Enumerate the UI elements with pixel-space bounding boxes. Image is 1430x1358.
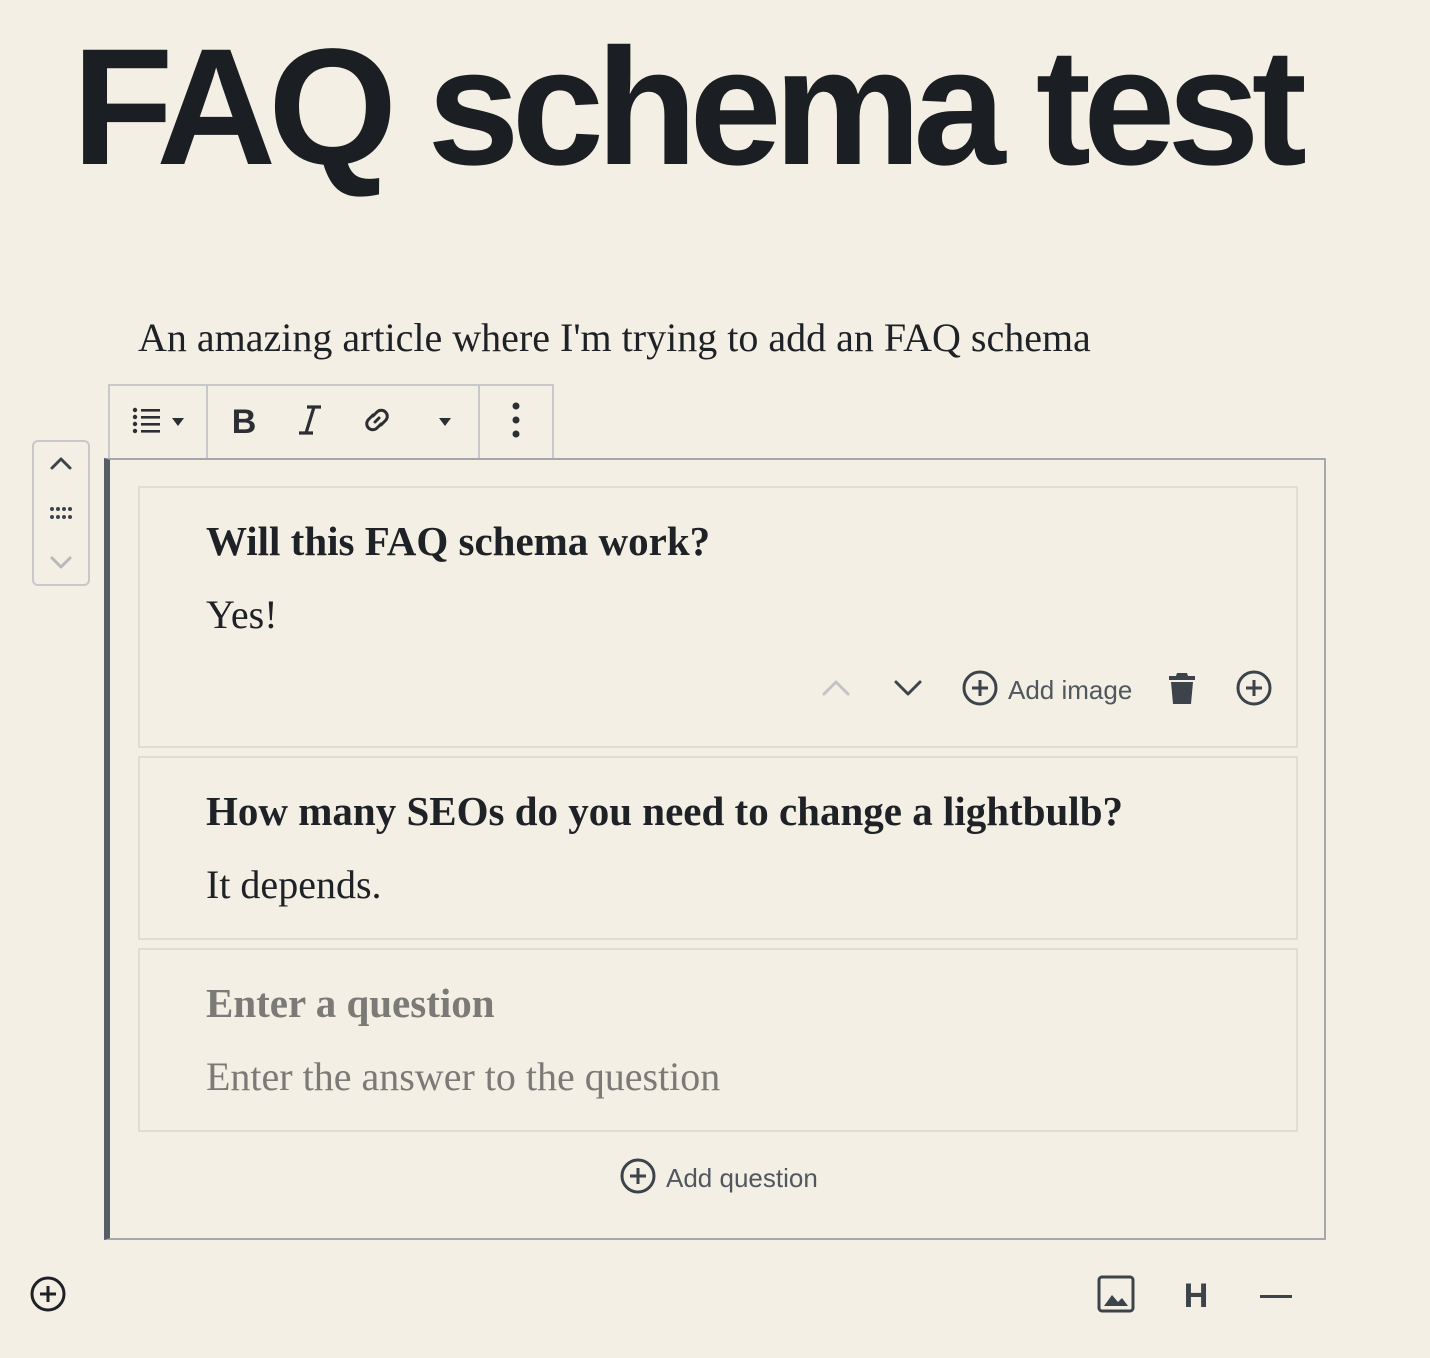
- faq-item-actions: Add image: [812, 666, 1272, 714]
- move-down-button[interactable]: [34, 544, 88, 584]
- intro-paragraph[interactable]: An amazing article where I'm trying to a…: [138, 314, 1238, 362]
- faq-item[interactable]: Will this FAQ schema work? Yes! Add imag…: [138, 486, 1298, 748]
- faq-item-new[interactable]: Enter a question Enter the answer to the…: [138, 948, 1298, 1132]
- toolbar-group-block-type: [110, 386, 208, 458]
- move-up-button[interactable]: [34, 446, 88, 486]
- insert-question-button[interactable]: [1236, 670, 1272, 711]
- link-icon: [359, 402, 395, 443]
- move-question-down-button[interactable]: [884, 678, 932, 703]
- toolbar-group-more: [480, 386, 552, 458]
- more-options-icon: [512, 402, 520, 443]
- chevron-down-icon: [893, 678, 923, 703]
- insert-separator-button[interactable]: [1256, 1276, 1296, 1316]
- drag-handle[interactable]: [34, 495, 88, 535]
- more-rich-text-button[interactable]: [412, 386, 478, 458]
- list-icon: [132, 406, 162, 439]
- italic-button[interactable]: [278, 386, 342, 458]
- bold-icon: B: [231, 402, 257, 441]
- link-button[interactable]: [342, 386, 412, 458]
- faq-question[interactable]: Will this FAQ schema work?: [206, 516, 710, 566]
- plus-circle-icon: [30, 1276, 66, 1317]
- block-type-button[interactable]: [110, 386, 206, 458]
- block-toolbar: B: [108, 384, 554, 458]
- bold-button[interactable]: B: [210, 386, 278, 458]
- more-options-button[interactable]: [480, 386, 552, 458]
- insert-heading-button[interactable]: H: [1178, 1276, 1214, 1316]
- faq-answer[interactable]: It depends.: [206, 860, 382, 910]
- add-image-button[interactable]: Add image: [962, 670, 1132, 711]
- block-inserter-button[interactable]: [30, 1276, 66, 1317]
- add-image-label: Add image: [1008, 674, 1133, 705]
- more-rich-text-icon: [439, 413, 451, 431]
- drag-handle-icon: [48, 505, 74, 526]
- chevron-up-icon: [821, 678, 851, 703]
- post-title[interactable]: FAQ schema test: [72, 18, 1402, 198]
- move-question-up-button[interactable]: [812, 678, 860, 703]
- faq-question-placeholder[interactable]: Enter a question: [206, 978, 495, 1028]
- faq-item[interactable]: How many SEOs do you need to change a li…: [138, 756, 1298, 940]
- add-question-label: Add question: [666, 1163, 818, 1193]
- insert-image-button[interactable]: [1096, 1275, 1136, 1318]
- plus-circle-icon: [962, 670, 998, 711]
- faq-question[interactable]: How many SEOs do you need to change a li…: [206, 786, 1123, 836]
- add-question-button[interactable]: Add question: [620, 1158, 818, 1199]
- chevron-up-icon: [48, 451, 74, 482]
- toolbar-group-formatting: B: [208, 386, 480, 458]
- image-icon: [1097, 1275, 1135, 1318]
- delete-question-button[interactable]: [1168, 671, 1196, 710]
- italic-icon: [297, 404, 323, 441]
- trash-icon: [1168, 671, 1196, 710]
- block-mover: [32, 440, 90, 586]
- separator-icon: [1260, 1287, 1292, 1305]
- heading-icon: H: [1183, 1276, 1209, 1315]
- chevron-down-icon: [48, 549, 74, 580]
- caret-down-icon: [172, 413, 184, 431]
- faq-answer[interactable]: Yes!: [206, 590, 278, 640]
- faq-answer-placeholder[interactable]: Enter the answer to the question: [206, 1052, 720, 1102]
- plus-circle-icon: [620, 1158, 656, 1199]
- plus-circle-icon: [1236, 670, 1272, 711]
